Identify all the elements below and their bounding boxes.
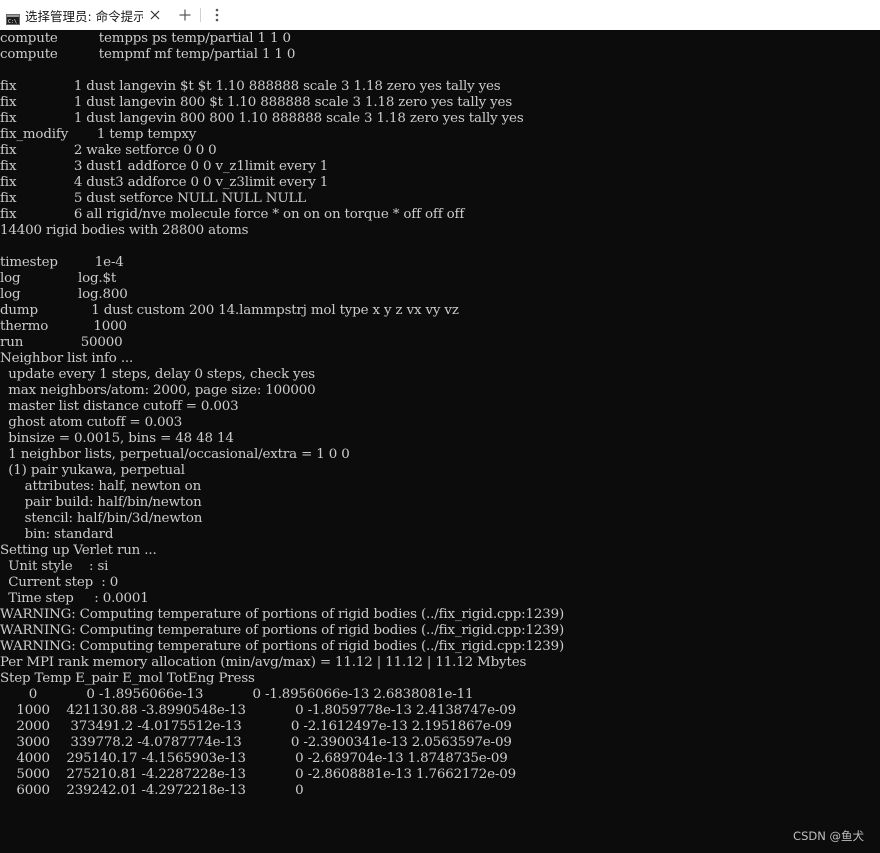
tab-divider [200, 8, 201, 22]
terminal-window: C:\ 选择管理员: 命令提示符 [0, 0, 880, 853]
console-line: bin: standard [0, 527, 114, 542]
console-line: log log.800 [0, 287, 128, 302]
console-line: master list distance cutoff = 0.003 [0, 399, 239, 414]
console-line: Unit style : si [0, 559, 109, 574]
console-line: 3000 339778.2 -4.0787774e-13 0 -2.390034… [0, 735, 512, 750]
console-line: update every 1 steps, delay 0 steps, che… [0, 367, 315, 382]
console-line: max neighbors/atom: 2000, page size: 100… [0, 383, 316, 398]
tab-command-prompt[interactable]: C:\ 选择管理员: 命令提示符 [0, 0, 170, 30]
console-line: (1) pair yukawa, perpetual [0, 463, 185, 478]
console-line: dump 1 dust custom 200 14.lammpstrj mol … [0, 303, 459, 318]
console-line: timestep 1e-4 [0, 255, 124, 270]
console-line: fix_modify 1 temp tempxy [0, 127, 197, 142]
console-line: binsize = 0.0015, bins = 48 48 14 [0, 431, 234, 446]
console-line: Per MPI rank memory allocation (min/avg/… [0, 655, 527, 670]
tab-bar: C:\ 选择管理员: 命令提示符 [0, 0, 880, 30]
console-line: fix 5 dust setforce NULL NULL NULL [0, 191, 306, 206]
console-line: 2000 373491.2 -4.0175512e-13 0 -2.161249… [0, 719, 512, 734]
console-line: WARNING: Computing temperature of portio… [0, 639, 565, 654]
console-line: log log.$t [0, 271, 117, 286]
console-line: ghost atom cutoff = 0.003 [0, 415, 183, 430]
console-line: WARNING: Computing temperature of portio… [0, 623, 565, 638]
console-line: run 50000 [0, 335, 123, 350]
console-line: Step Temp E_pair E_mol TotEng Press [0, 671, 255, 686]
console-line: thermo 1000 [0, 319, 127, 334]
console-line: Time step : 0.0001 [0, 591, 149, 606]
plus-icon[interactable] [175, 6, 195, 24]
console-line: Neighbor list info ... [0, 351, 134, 366]
tab-title: 选择管理员: 命令提示符 [25, 8, 143, 24]
console-line: compute tempmf mf temp/partial 1 1 0 [0, 47, 296, 62]
console-line: fix 4 dust3 addforce 0 0 v_z3limit every… [0, 175, 329, 190]
console-line: Setting up Verlet run ... [0, 543, 157, 558]
console-line: pair build: half/bin/newton [0, 495, 202, 510]
console-line: 4000 295140.17 -4.1565903e-13 0 -2.68970… [0, 751, 508, 766]
console-line: fix 1 dust langevin 800 $t 1.10 888888 s… [0, 95, 513, 110]
close-icon[interactable] [147, 7, 163, 23]
console-line: Current step : 0 [0, 575, 119, 590]
console-line: 5000 275210.81 -4.2287228e-13 0 -2.86088… [0, 767, 516, 782]
watermark: CSDN @鱼犬 [793, 829, 864, 843]
console-output[interactable]: compute tempps ps temp/partial 1 1 0 comp… [0, 31, 880, 853]
console-line: 0 0 -1.8956066e-13 0 -1.8956066e-13 2.68… [0, 687, 474, 702]
console-line: 6000 239242.01 -4.2972218e-13 0 [0, 783, 304, 798]
console-line: stencil: half/bin/3d/newton [0, 511, 203, 526]
svg-text:C:\: C:\ [8, 19, 17, 25]
console-line: fix 2 wake setforce 0 0 0 [0, 143, 217, 158]
console-line: fix 1 dust langevin $t $t 1.10 888888 sc… [0, 79, 501, 94]
console-line: 1 neighbor lists, perpetual/occasional/e… [0, 447, 350, 462]
console-line: 1000 421130.88 -3.8990548e-13 0 -1.80597… [0, 703, 516, 718]
console-line: 14400 rigid bodies with 28800 atoms [0, 223, 249, 238]
console-line: compute tempps ps temp/partial 1 1 0 [0, 31, 291, 46]
cmd-prompt-icon: C:\ [6, 10, 20, 25]
vertical-dots-icon[interactable] [210, 6, 224, 24]
console-line: fix 3 dust1 addforce 0 0 v_z1limit every… [0, 159, 329, 174]
console-line: fix 1 dust langevin 800 800 1.10 888888 … [0, 111, 524, 126]
console-line: attributes: half, newton on [0, 479, 202, 494]
console-line: WARNING: Computing temperature of portio… [0, 607, 565, 622]
console-line: fix 6 all rigid/nve molecule force * on … [0, 207, 465, 222]
